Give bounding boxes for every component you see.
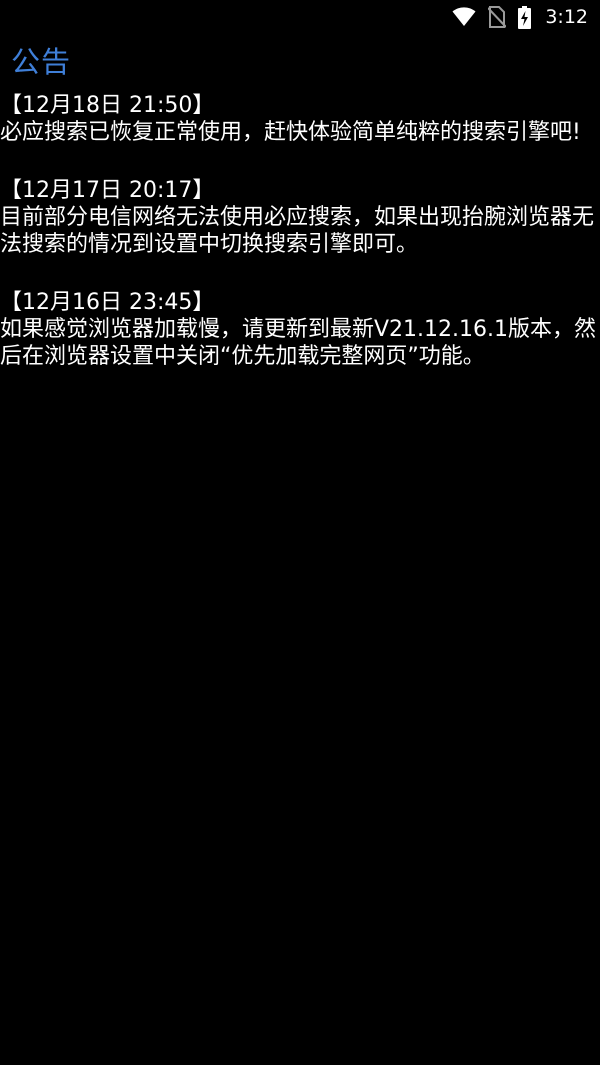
notice-list: 【12月18日 21:50】 必应搜索已恢复正常使用，赶快体验简单纯粹的搜索引擎…: [0, 92, 600, 1052]
status-time: 3:12: [545, 6, 588, 28]
battery-charging-icon: [518, 5, 532, 29]
notice-date: 【12月18日 21:50】: [0, 93, 215, 118]
notice-date: 【12月17日 20:17】: [0, 178, 215, 203]
status-icons: 3:12: [452, 4, 588, 30]
notice-date: 【12月16日 23:45】: [0, 290, 215, 315]
notice-item: 【12月17日 20:17】 目前部分电信网络无法使用必应搜索，如果出现抬腕浏览…: [0, 177, 600, 258]
notice-body: 如果感觉浏览器加载慢，请更新到最新V21.12.16.1版本，然后在浏览器设置中…: [0, 317, 597, 369]
notice-item: 【12月16日 23:45】 如果感觉浏览器加载慢，请更新到最新V21.12.1…: [0, 289, 600, 370]
wifi-icon: [452, 7, 476, 27]
notice-item: 【12月18日 21:50】 必应搜索已恢复正常使用，赶快体验简单纯粹的搜索引擎…: [0, 92, 600, 146]
status-bar: 3:12: [0, 0, 600, 34]
notice-body: 目前部分电信网络无法使用必应搜索，如果出现抬腕浏览器无法搜索的情况到设置中切换搜…: [0, 205, 595, 257]
no-sim-icon: [488, 6, 507, 28]
page-title: 公告: [11, 45, 72, 79]
notice-body: 必应搜索已恢复正常使用，赶快体验简单纯粹的搜索引擎吧!: [0, 120, 581, 145]
